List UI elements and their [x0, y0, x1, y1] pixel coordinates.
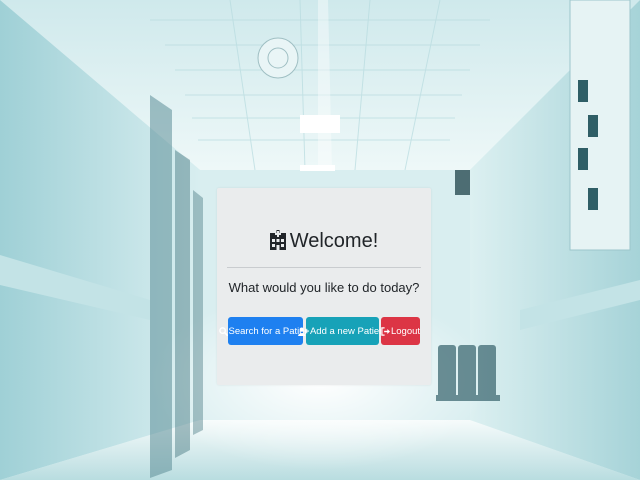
add-patient-label: Add a new Patient	[309, 325, 388, 337]
user-plus-icon	[298, 326, 309, 336]
welcome-heading: Welcome!	[217, 230, 431, 256]
search-patient-button[interactable]: Search for a Patient	[218, 317, 312, 345]
logout-button[interactable]: Logout	[381, 317, 420, 345]
divider	[227, 267, 421, 268]
welcome-title: Welcome!	[289, 230, 379, 252]
logout-label: Logout	[390, 325, 421, 337]
sign-out-icon	[381, 326, 390, 336]
welcome-subtitle: What would you like to do today?	[228, 280, 420, 295]
add-patient-button[interactable]: Add a new Patient	[298, 317, 387, 345]
hospital-icon	[269, 230, 286, 256]
welcome-card: Welcome! What would you like to do today…	[217, 188, 431, 385]
search-icon	[218, 326, 228, 336]
